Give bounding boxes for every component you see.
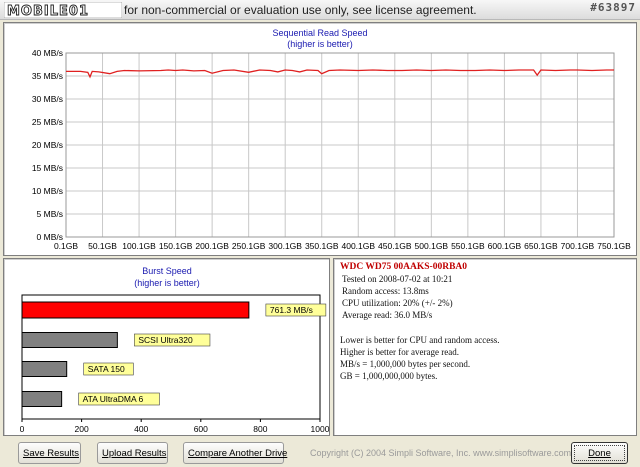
x-tick-label: 200	[75, 424, 89, 434]
y-tick-label: 35 MB/s	[32, 71, 63, 81]
save-results-button[interactable]: Save Results	[18, 442, 81, 464]
y-tick-label: 25 MB/s	[32, 117, 63, 127]
cpu-utilization-text: CPU utilization: 20% (+/- 2%)	[342, 298, 453, 308]
y-tick-label: 30 MB/s	[32, 94, 63, 104]
x-tick-label: 550.1GB	[451, 241, 485, 251]
sequential-read-chart: Sequential Read Speed (higher is better)…	[32, 28, 631, 251]
y-tick-label: 40 MB/s	[32, 48, 63, 58]
y-tick-label: 10 MB/s	[32, 186, 63, 196]
burst-bar-measured	[21, 301, 250, 319]
tested-on-text: Tested on 2008-07-02 at 10:21	[342, 274, 453, 284]
x-tick-label: 150.1GB	[159, 241, 193, 251]
x-tick-label: 1000	[311, 424, 330, 434]
burst-chart-subtitle: (higher is better)	[134, 278, 200, 288]
copyright-text: Copyright (C) 2004 Simpli Software, Inc.…	[310, 448, 572, 458]
x-tick-label: 300.1GB	[268, 241, 302, 251]
bar-label: 761.3 MB/s	[270, 305, 313, 315]
x-tick-label: 250.1GB	[232, 241, 266, 251]
y-tick-label: 20 MB/s	[32, 140, 63, 150]
y-tick-label: 15 MB/s	[32, 163, 63, 173]
average-read-text: Average read: 36.0 MB/s	[342, 310, 433, 320]
watermark-id: #63897	[590, 1, 636, 14]
license-notice: for non-commercial or evaluation use onl…	[124, 3, 477, 17]
x-tick-label: 800	[253, 424, 267, 434]
upload-results-button[interactable]: Upload Results	[97, 442, 168, 464]
bar-label: ATA UltraDMA 6	[83, 394, 144, 404]
burst-bar-scsi-ultra320	[21, 332, 118, 348]
x-tick-label: 600.1GB	[488, 241, 522, 251]
y-tick-label: 5 MB/s	[37, 209, 63, 219]
bar-label: SATA 150	[88, 364, 125, 374]
note-line: GB = 1,000,000,000 bytes.	[340, 371, 438, 381]
burst-speed-panel: Burst Speed (higher is better) 761.3 MB/…	[3, 258, 330, 436]
drive-info-panel: WDC WD75 00AAKS-00RBA0 Tested on 2008-07…	[333, 258, 637, 436]
x-tick-label: 500.1GB	[415, 241, 449, 251]
burst-speed-chart: Burst Speed (higher is better) 761.3 MB/…	[20, 266, 330, 434]
drive-name: WDC WD75 00AAKS-00RBA0	[340, 262, 468, 272]
burst-bar-ata-udma6	[21, 391, 63, 407]
x-tick-label: 350.1GB	[305, 241, 339, 251]
x-tick-label: 400.1GB	[341, 241, 375, 251]
note-line: MB/s = 1,000,000 bytes per second.	[340, 359, 471, 369]
compare-another-drive-button[interactable]: Compare Another Drive	[183, 442, 287, 464]
x-tick-label: 450.1GB	[378, 241, 412, 251]
x-tick-label: 750.1GB	[597, 241, 631, 251]
mobile01-logo: MOBILE01	[4, 2, 122, 18]
title-bar: MOBILE01 for non-commercial or evaluatio…	[0, 0, 640, 20]
x-tick-label: 600	[194, 424, 208, 434]
x-tick-label: 700.1GB	[561, 241, 595, 251]
random-access-text: Random access: 13.8ms	[342, 286, 429, 296]
note-line: Higher is better for average read.	[340, 347, 459, 357]
burst-chart-title: Burst Speed	[142, 266, 192, 276]
done-button[interactable]: Done	[571, 442, 628, 464]
svg-text:MOBILE01: MOBILE01	[7, 4, 89, 18]
note-line: Lower is better for CPU and random acces…	[340, 335, 500, 345]
x-tick-label: 100.1GB	[122, 241, 156, 251]
x-tick-label: 0.1GB	[54, 241, 78, 251]
burst-bar-sata-150	[21, 361, 68, 377]
x-tick-label: 50.1GB	[88, 241, 117, 251]
x-tick-label: 200.1GB	[195, 241, 229, 251]
bar-label: SCSI Ultra320	[138, 335, 193, 345]
sequential-read-panel: Sequential Read Speed (higher is better)…	[3, 22, 637, 256]
hd-tach-window: MOBILE01 for non-commercial or evaluatio…	[0, 0, 640, 467]
x-tick-label: 0	[20, 424, 25, 434]
x-tick-label: 650.1GB	[524, 241, 558, 251]
x-tick-label: 400	[134, 424, 148, 434]
seq-chart-subtitle: (higher is better)	[287, 39, 353, 49]
seq-chart-title: Sequential Read Speed	[272, 28, 367, 38]
